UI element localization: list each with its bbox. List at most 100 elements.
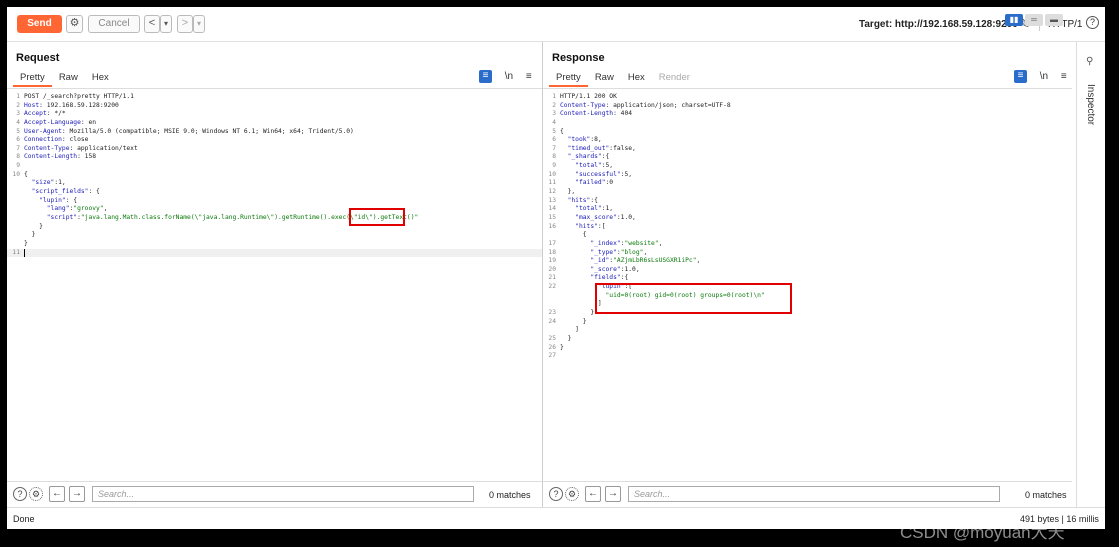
- request-line: 8 Content-Length: 158: [7, 153, 542, 162]
- code-text: HTTP/1.1 200 OK: [560, 93, 617, 100]
- tab-hex[interactable]: Hex: [85, 71, 116, 85]
- code-text: }: [560, 343, 564, 351]
- code-text: Accept-Language: en: [24, 118, 97, 126]
- back-button[interactable]: <: [144, 15, 160, 33]
- line-number: 11: [548, 179, 556, 187]
- line-number: 12: [548, 188, 556, 196]
- layout-stacked-icon[interactable]: ═: [1025, 14, 1043, 26]
- response-pane: Response Pretty Raw Hex Render ≡ \n ≡ 1 HTTP…: [543, 42, 1072, 481]
- help-icon[interactable]: ?: [13, 487, 27, 501]
- request-pane: Request Pretty Raw Hex ≡ \n ≡ 1 POST /_sear…: [7, 42, 543, 481]
- response-line: 19 "_id":"AZjmLbR6sLsUSGXR1iPc",: [543, 257, 1072, 266]
- line-number: 21: [548, 274, 556, 282]
- inspector-tab[interactable]: Inspector: [1085, 84, 1096, 125]
- response-line: 12 },: [543, 188, 1072, 197]
- request-editor[interactable]: 1 POST /_search?pretty HTTP/1.1 2 Host: 192…: [7, 93, 542, 481]
- tab-raw[interactable]: Raw: [588, 71, 621, 85]
- request-title: Request: [16, 52, 60, 64]
- line-number: 2: [552, 101, 556, 109]
- newline-toggle[interactable]: \n: [1040, 71, 1048, 82]
- code-text: "_type":"blog",: [590, 248, 648, 256]
- layout-side-by-side-icon[interactable]: ▮▮: [1005, 14, 1023, 26]
- code-text: }: [24, 231, 36, 239]
- code-text: "total":5,: [575, 162, 614, 170]
- inspector-sidebar: ⚲ Inspector: [1076, 42, 1105, 507]
- line-number: 13: [548, 196, 556, 204]
- request-line: "size":1,: [7, 179, 542, 188]
- next-match-button[interactable]: →: [605, 486, 621, 502]
- response-line: 3 Content-Length: 404: [543, 110, 1072, 119]
- line-number: 7: [16, 144, 20, 152]
- settings-button[interactable]: ⚙: [66, 15, 83, 33]
- word-wrap-icon[interactable]: ≡: [479, 70, 492, 83]
- code-text: "script_fields": {: [31, 188, 100, 196]
- request-line: 11: [7, 248, 542, 258]
- gear-icon[interactable]: ⚙: [565, 487, 579, 501]
- tab-pretty[interactable]: Pretty: [549, 71, 588, 87]
- response-line: 27: [543, 352, 1072, 361]
- menu-icon[interactable]: ≡: [1061, 71, 1067, 82]
- gear-icon[interactable]: ⚙: [29, 487, 43, 501]
- response-search-bar: ? ⚙ ← → Search... 0 matches: [543, 481, 1072, 508]
- tab-hex[interactable]: Hex: [621, 71, 652, 85]
- code-text: "total":1,: [575, 205, 614, 213]
- line-number: 18: [548, 248, 556, 256]
- response-line: 16 "hits":[: [543, 223, 1072, 232]
- line-number: 9: [552, 162, 556, 170]
- search-input[interactable]: Search...: [92, 486, 474, 502]
- arrow-right-icon: →: [608, 488, 618, 499]
- back-history-dropdown[interactable]: ▾: [160, 15, 172, 33]
- cancel-button[interactable]: Cancel: [88, 15, 140, 33]
- code-text: },: [560, 188, 576, 196]
- inspector-icon[interactable]: ⚲: [1086, 56, 1093, 67]
- layout-tabs-icon[interactable]: ▬: [1045, 14, 1063, 26]
- previous-match-button[interactable]: ←: [585, 486, 601, 502]
- tab-pretty[interactable]: Pretty: [13, 71, 52, 87]
- code-text: Content-Length: 158: [24, 153, 97, 161]
- response-line: 18 "_type":"blog",: [543, 249, 1072, 258]
- line-number: 5: [552, 127, 556, 135]
- line-number: 10: [12, 170, 20, 178]
- forward-button[interactable]: >: [177, 15, 193, 33]
- tab-raw[interactable]: Raw: [52, 71, 85, 85]
- response-line: 15 "max_score":1.0,: [543, 214, 1072, 223]
- tab-divider: [7, 88, 542, 89]
- code-text: "lang":"groovy",: [46, 205, 108, 213]
- response-line: 7 "timed_out":false,: [543, 145, 1072, 154]
- code-text: }: [560, 334, 572, 342]
- response-line: 13 "hits":{: [543, 197, 1072, 206]
- chevron-left-icon: <: [148, 17, 156, 29]
- line-number: 1: [552, 93, 556, 100]
- response-line: {: [543, 231, 1072, 240]
- tab-render[interactable]: Render: [652, 71, 697, 85]
- status-text: Done: [13, 514, 35, 524]
- send-button[interactable]: Send: [17, 15, 62, 33]
- gear-icon: ⚙: [69, 17, 80, 29]
- line-number: 26: [548, 343, 556, 351]
- response-line: 10 "successful":5,: [543, 171, 1072, 180]
- line-number: 3: [552, 110, 556, 118]
- exec-highlight-box: [349, 208, 405, 226]
- request-line: 2 Host: 192.168.59.128:9200: [7, 102, 542, 111]
- line-number: 2: [16, 101, 20, 109]
- next-match-button[interactable]: →: [69, 486, 85, 502]
- response-line: 25 }: [543, 335, 1072, 344]
- code-text: "_id":"AZjmLbR6sLsUSGXR1iPc",: [590, 257, 701, 265]
- help-icon[interactable]: ?: [549, 487, 563, 501]
- line-number: 15: [548, 213, 556, 221]
- match-count: 0 matches: [489, 490, 531, 500]
- help-icon[interactable]: ?: [1086, 16, 1099, 29]
- search-input[interactable]: Search...: [628, 486, 1000, 502]
- line-number: 20: [548, 265, 556, 273]
- menu-icon[interactable]: ≡: [526, 71, 532, 82]
- line-number: 24: [548, 317, 556, 325]
- code-text: }: [560, 309, 595, 317]
- forward-history-dropdown[interactable]: ▾: [193, 15, 205, 33]
- line-number: 3: [16, 110, 20, 118]
- previous-match-button[interactable]: ←: [49, 486, 65, 502]
- response-line: ]: [543, 326, 1072, 335]
- word-wrap-icon[interactable]: ≡: [1014, 70, 1027, 83]
- line-number: 6: [552, 136, 556, 144]
- code-text: User-Agent: Mozilla/5.0 (compatible; MSI…: [24, 127, 354, 135]
- newline-toggle[interactable]: \n: [505, 71, 513, 82]
